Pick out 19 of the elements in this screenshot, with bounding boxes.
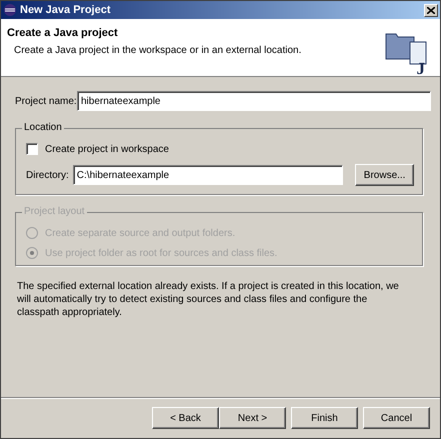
- next-button[interactable]: Next >: [219, 407, 286, 429]
- close-button[interactable]: [424, 4, 438, 16]
- checkbox[interactable]: [26, 143, 38, 155]
- finish-button[interactable]: Finish: [291, 407, 358, 429]
- project-name-field[interactable]: hibernateexample: [77, 91, 431, 111]
- info-message: The specified external location already exists. If a project is created in this location, we will automatically try to detect existing sources and class files and configure the classpath appropriately.: [17, 280, 400, 319]
- checkbox-label: Create project in workspace: [45, 144, 169, 154]
- icon-letter: J: [416, 59, 425, 79]
- group-legend: Location: [22, 122, 64, 133]
- app-icon: [3, 3, 17, 17]
- browse-button[interactable]: Browse...: [355, 164, 414, 186]
- close-icon: [427, 6, 435, 14]
- back-button[interactable]: < Back: [152, 407, 219, 429]
- field-label: Directory:: [26, 170, 69, 180]
- page-description: Create a Java project in the workspace or in an external location.: [14, 45, 302, 56]
- directory-field[interactable]: C:\hibernateexample: [72, 165, 343, 185]
- page-title: Create a Java project: [7, 27, 119, 39]
- window-title: New Java Project: [20, 4, 112, 16]
- cancel-button[interactable]: Cancel: [363, 407, 430, 429]
